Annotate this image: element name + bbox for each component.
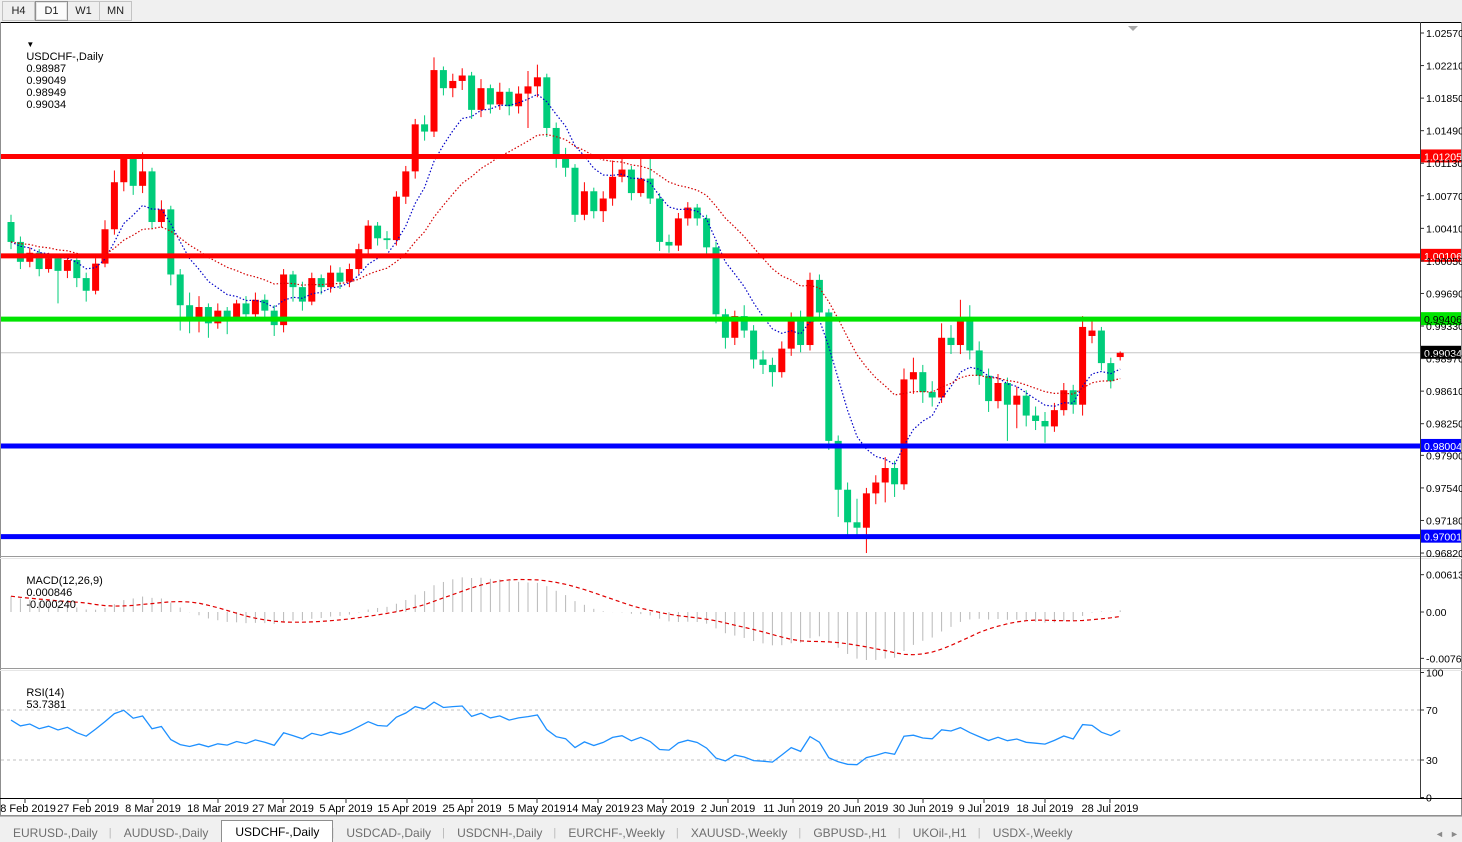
svg-text:1.01850: 1.01850 [1426,93,1462,105]
chart-menu-arrow-icon[interactable]: ▼ [26,40,34,49]
svg-text:25 Apr 2019: 25 Apr 2019 [442,803,501,815]
macd-signal-value: -0.000240 [26,599,76,611]
symbol-tab-xauusd-weekly[interactable]: XAUUSD-,Weekly [678,823,800,842]
symbol-tab-usdx-weekly[interactable]: USDX-,Weekly [980,823,1086,842]
svg-text:18 Feb 2019: 18 Feb 2019 [0,803,56,815]
svg-text:1.01130: 1.01130 [1426,158,1462,170]
timeframe-button-h4[interactable]: H4 [2,1,35,21]
svg-text:0.97001: 0.97001 [1424,532,1462,544]
svg-text:18 Jul 2019: 18 Jul 2019 [1017,803,1074,815]
svg-text:1.00770: 1.00770 [1426,191,1462,203]
svg-text:1.02210: 1.02210 [1426,61,1462,73]
svg-text:27 Feb 2019: 27 Feb 2019 [57,803,119,815]
timeframe-button-mn[interactable]: MN [100,1,132,21]
svg-text:0.99690: 0.99690 [1426,288,1462,300]
symbol-tab-gbpusd-h1[interactable]: GBPUSD-,H1 [800,823,899,842]
symbol-tab-usdcad-daily[interactable]: USDCAD-,Daily [333,823,444,842]
svg-text:0.98970: 0.98970 [1426,354,1462,366]
svg-text:20 Jun 2019: 20 Jun 2019 [828,803,889,815]
timeframe-button-d1[interactable]: D1 [35,1,68,21]
svg-text:14 May 2019: 14 May 2019 [566,803,630,815]
svg-text:2 Jun 2019: 2 Jun 2019 [701,803,755,815]
svg-text:23 May 2019: 23 May 2019 [631,803,695,815]
svg-text:5 May 2019: 5 May 2019 [508,803,565,815]
svg-text:11 Jun 2019: 11 Jun 2019 [763,803,823,815]
svg-text:0.99330: 0.99330 [1426,321,1462,333]
ohlc-close: 0.99034 [26,99,66,111]
symbol-tab-audusd-daily[interactable]: AUDUSD-,Daily [111,823,222,842]
svg-text:5 Apr 2019: 5 Apr 2019 [319,803,372,815]
chart-symbol-label: USDCHF-,Daily [26,51,103,63]
svg-text:0.98250: 0.98250 [1426,419,1462,431]
ohlc-low: 0.98949 [26,87,66,99]
symbol-tab-usdcnh-daily[interactable]: USDCNH-,Daily [444,823,555,842]
timeframe-button-w1[interactable]: W1 [68,1,100,21]
svg-text:0.96820: 0.96820 [1426,548,1462,560]
chart-canvas[interactable]: 1.012051.001060.994060.980040.970010.990… [0,22,1462,816]
svg-text:0.00: 0.00 [1426,607,1447,619]
svg-text:1.00410: 1.00410 [1426,223,1462,235]
macd-label: MACD(12,26,9) 0.000846 -0.000240 [8,563,107,623]
timeframe-toolbar: H4D1W1MN [0,0,1462,23]
svg-text:18 Mar 2019: 18 Mar 2019 [187,803,249,815]
svg-text:0: 0 [1426,793,1432,805]
macd-indicator-name: MACD(12,26,9) [26,575,102,587]
macd-main-value: 0.000846 [26,587,72,599]
svg-text:27 Mar 2019: 27 Mar 2019 [252,803,314,815]
svg-text:70: 70 [1426,705,1438,717]
symbol-tab-ukoil-h1[interactable]: UKOil-,H1 [900,823,980,842]
scroll-right-icon[interactable]: ► [1447,825,1462,842]
symbol-tab-eurusd-daily[interactable]: EURUSD-,Daily [0,823,111,842]
svg-text:0.97900: 0.97900 [1426,450,1462,462]
svg-text:0.98610: 0.98610 [1426,386,1462,398]
ohlc-high: 0.99049 [26,75,66,87]
svg-text:0.97540: 0.97540 [1426,483,1462,495]
svg-text:1.02570: 1.02570 [1426,28,1462,40]
svg-text:-0.007612: -0.007612 [1426,653,1462,665]
svg-text:100: 100 [1426,668,1444,680]
svg-text:1.00050: 1.00050 [1426,256,1462,268]
rsi-value: 53.7381 [26,699,66,711]
svg-text:9 Jul 2019: 9 Jul 2019 [959,803,1010,815]
ohlc-open: 0.98987 [26,63,66,75]
svg-text:30: 30 [1426,755,1438,767]
scroll-left-icon[interactable]: ◄ [1432,825,1447,842]
trading-terminal: H4D1W1MN ▼ USDCHF-,Daily 0.98987 0.99049… [0,0,1462,842]
symbol-tab-usdchf-daily[interactable]: USDCHF-,Daily [221,820,333,842]
chart-window: ▼ USDCHF-,Daily 0.98987 0.99049 0.98949 … [0,22,1462,816]
rsi-indicator-name: RSI(14) [26,687,64,699]
symbol-tab-bar: EURUSD-,DailyAUDUSD-,DailyUSDCHF-,DailyU… [0,816,1462,842]
svg-text:1.01490: 1.01490 [1426,126,1462,138]
svg-text:0.00613: 0.00613 [1426,570,1462,582]
svg-text:30 Jun 2019: 30 Jun 2019 [893,803,954,815]
symbol-tab-eurchf-weekly[interactable]: EURCHF-,Weekly [555,823,677,842]
rsi-label: RSI(14) 53.7381 [8,675,70,723]
chart-header: ▼ USDCHF-,Daily 0.98987 0.99049 0.98949 … [8,27,107,123]
svg-text:0.97180: 0.97180 [1426,515,1462,527]
svg-text:28 Jul 2019: 28 Jul 2019 [1082,803,1139,815]
svg-text:8 Mar 2019: 8 Mar 2019 [125,803,181,815]
svg-text:15 Apr 2019: 15 Apr 2019 [377,803,436,815]
